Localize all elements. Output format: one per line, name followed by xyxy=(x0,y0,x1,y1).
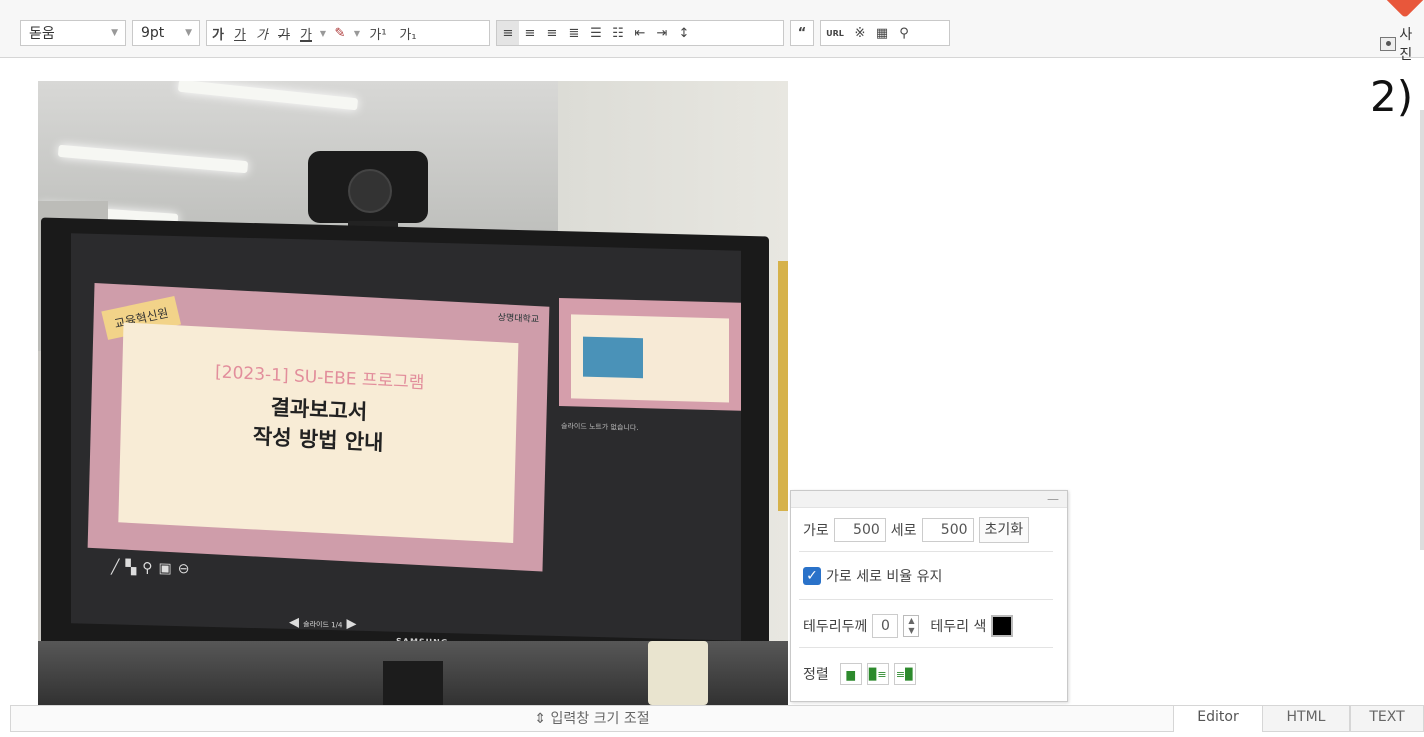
bold-button[interactable]: 가 xyxy=(207,21,229,45)
panel-header: — xyxy=(791,491,1067,508)
desk-cup xyxy=(648,641,708,705)
italic-button[interactable]: 가 xyxy=(251,21,273,45)
align-row: 정렬 ▆ ▉≡ ≡▉ xyxy=(803,663,916,685)
photo-yellow-wall xyxy=(778,261,788,511)
camera-icon xyxy=(1380,37,1397,51)
line-height-icon[interactable]: ↕ xyxy=(673,21,695,45)
font-family-select[interactable]: 돋움 ▼ xyxy=(20,20,126,46)
photo-button[interactable]: 사진 xyxy=(1380,24,1424,64)
font-size-value: 9pt xyxy=(141,25,165,41)
step-annotation: 2) xyxy=(1370,72,1414,121)
slide-notes: 슬라이드 노트가 없습니다. xyxy=(561,422,639,433)
text-format-group: 가 가 가 가 가 ▼ ✎ ▼ 가¹ 가₁ xyxy=(206,20,490,46)
align-right-icon[interactable]: ≡ xyxy=(541,21,563,45)
table-icon[interactable]: ▦ xyxy=(871,21,893,45)
search-icon[interactable]: ⚲ xyxy=(893,21,915,45)
highlight-icon[interactable]: ✎ xyxy=(329,21,351,45)
divider xyxy=(799,551,1053,552)
bullet-list-icon[interactable]: ☷ xyxy=(607,21,629,45)
next-icon: ▶ xyxy=(346,616,357,632)
photo-label: 사진 xyxy=(1399,27,1413,63)
reset-button[interactable]: 초기화 xyxy=(978,517,1030,543)
outdent-icon[interactable]: ⇤ xyxy=(629,21,651,45)
divider xyxy=(799,599,1053,600)
keep-ratio-checkbox[interactable]: ✓ xyxy=(803,567,821,585)
height-label: 세로 xyxy=(890,523,917,539)
inserted-photo[interactable]: 교육혁신원 상명대학교 [2023-1] SU-EBE 프로그램 결과보고서 작… xyxy=(38,81,788,705)
paragraph-group: ≡ ≡ ≡ ≣ ☰ ☷ ⇤ ⇥ ↕ xyxy=(496,20,784,46)
grid-icon: ▚ xyxy=(125,559,143,577)
resize-handle[interactable]: ⇕ 입력창 크기 조절 xyxy=(10,705,1174,732)
thumbnail-body xyxy=(571,314,729,403)
border-color-label: 테두리 색 xyxy=(930,619,987,635)
slide-logo: 상명대학교 xyxy=(497,313,540,326)
monitor: 교육혁신원 상명대학교 [2023-1] SU-EBE 프로그램 결과보고서 작… xyxy=(41,217,769,677)
slide-main: 교육혁신원 상명대학교 [2023-1] SU-EBE 프로그램 결과보고서 작… xyxy=(87,282,550,572)
monitor-screen: 교육혁신원 상명대학교 [2023-1] SU-EBE 프로그램 결과보고서 작… xyxy=(71,233,741,641)
zoom-icon: ⚲ xyxy=(142,560,159,577)
align-justify-icon[interactable]: ≣ xyxy=(563,21,585,45)
highlight-badge xyxy=(1383,0,1424,19)
indent-icon[interactable]: ⇥ xyxy=(651,21,673,45)
slide-thumbnail xyxy=(559,298,741,411)
insert-group: URL ※ ▦ ⚲ xyxy=(820,20,950,46)
border-width-input[interactable]: 0 xyxy=(872,614,899,638)
font-family-value: 돋움 xyxy=(29,26,55,42)
slide-counter: 슬라이드 1/4 xyxy=(303,620,343,630)
superscript-button[interactable]: 가¹ xyxy=(363,21,393,45)
chevron-down-icon: ▼ xyxy=(111,28,118,38)
height-input[interactable]: 500 xyxy=(921,518,974,542)
align-right-float-icon[interactable]: ≡▉ xyxy=(893,663,916,685)
thumbnail-image xyxy=(583,336,643,379)
tab-editor[interactable]: Editor xyxy=(1174,705,1262,732)
editor-toolbar: 돋움 ▼ 9pt ▼ 가 가 가 가 가 ▼ ✎ ▼ 가¹ 가₁ ≡ ≡ ≡ ≣… xyxy=(0,0,1424,63)
keep-ratio-label: 가로 세로 비율 유지 xyxy=(826,569,943,585)
align-left-float-icon[interactable]: ▉≡ xyxy=(866,663,889,685)
presenter-tools: ╱▚⚲▣⊖ xyxy=(111,559,195,577)
align-center-icon[interactable]: ≡ xyxy=(519,21,541,45)
chevron-down-icon[interactable]: ▼ xyxy=(317,21,329,45)
align-inline-icon[interactable]: ▆ xyxy=(839,663,862,685)
ratio-row: ✓ 가로 세로 비율 유지 xyxy=(803,566,942,586)
border-color-swatch[interactable] xyxy=(991,615,1014,637)
width-label: 가로 xyxy=(803,523,829,539)
slide-title: 결과보고서 작성 방법 안내 xyxy=(252,395,384,456)
url-link-icon[interactable]: URL xyxy=(821,21,849,45)
divider xyxy=(799,647,1053,648)
chevron-down-icon[interactable]: ▼ xyxy=(351,21,363,45)
slide-body: [2023-1] SU-EBE 프로그램 결과보고서 작성 방법 안내 xyxy=(118,322,519,543)
slide-navigation: ◀ 슬라이드 1/4 ▶ xyxy=(289,615,357,632)
size-row: 가로 500 세로 500 초기화 xyxy=(803,517,1030,543)
quote-group: “ xyxy=(790,20,814,46)
webcam xyxy=(308,151,428,223)
monitor-stand xyxy=(383,661,443,705)
border-width-label: 테두리두께 xyxy=(803,619,868,635)
tab-text[interactable]: TEXT xyxy=(1350,705,1424,732)
pen-icon: ╱ xyxy=(111,559,126,576)
stepper-arrows-icon[interactable]: ▲ ▼ xyxy=(903,615,920,637)
numbered-list-icon[interactable]: ☰ xyxy=(585,21,607,45)
image-properties-panel: — 가로 500 세로 500 초기화 ✓ 가로 세로 비율 유지 테두리두께 … xyxy=(790,490,1068,702)
quote-icon[interactable]: “ xyxy=(791,21,813,45)
tab-html[interactable]: HTML xyxy=(1262,705,1350,732)
more-icon: ⊖ xyxy=(177,561,196,578)
align-left-icon[interactable]: ≡ xyxy=(497,21,519,45)
font-size-select[interactable]: 9pt ▼ xyxy=(132,20,200,46)
strikethrough-button[interactable]: 가 xyxy=(273,21,295,45)
subscript-button[interactable]: 가₁ xyxy=(393,21,423,45)
webcam-lens xyxy=(348,169,392,213)
chevron-down-icon: ▼ xyxy=(185,28,192,38)
align-label: 정렬 xyxy=(803,667,829,683)
special-char-icon[interactable]: ※ xyxy=(849,21,871,45)
minimize-icon[interactable]: — xyxy=(1047,492,1059,506)
font-color-button[interactable]: 가 xyxy=(295,21,317,45)
underline-text-button[interactable]: 가 xyxy=(229,21,251,45)
screen-icon: ▣ xyxy=(158,560,178,578)
vertical-scrollbar[interactable] xyxy=(1420,110,1424,550)
border-row: 테두리두께 0 ▲ ▼ 테두리 색 xyxy=(803,614,1014,638)
prev-icon: ◀ xyxy=(289,614,299,631)
width-input[interactable]: 500 xyxy=(833,518,886,542)
